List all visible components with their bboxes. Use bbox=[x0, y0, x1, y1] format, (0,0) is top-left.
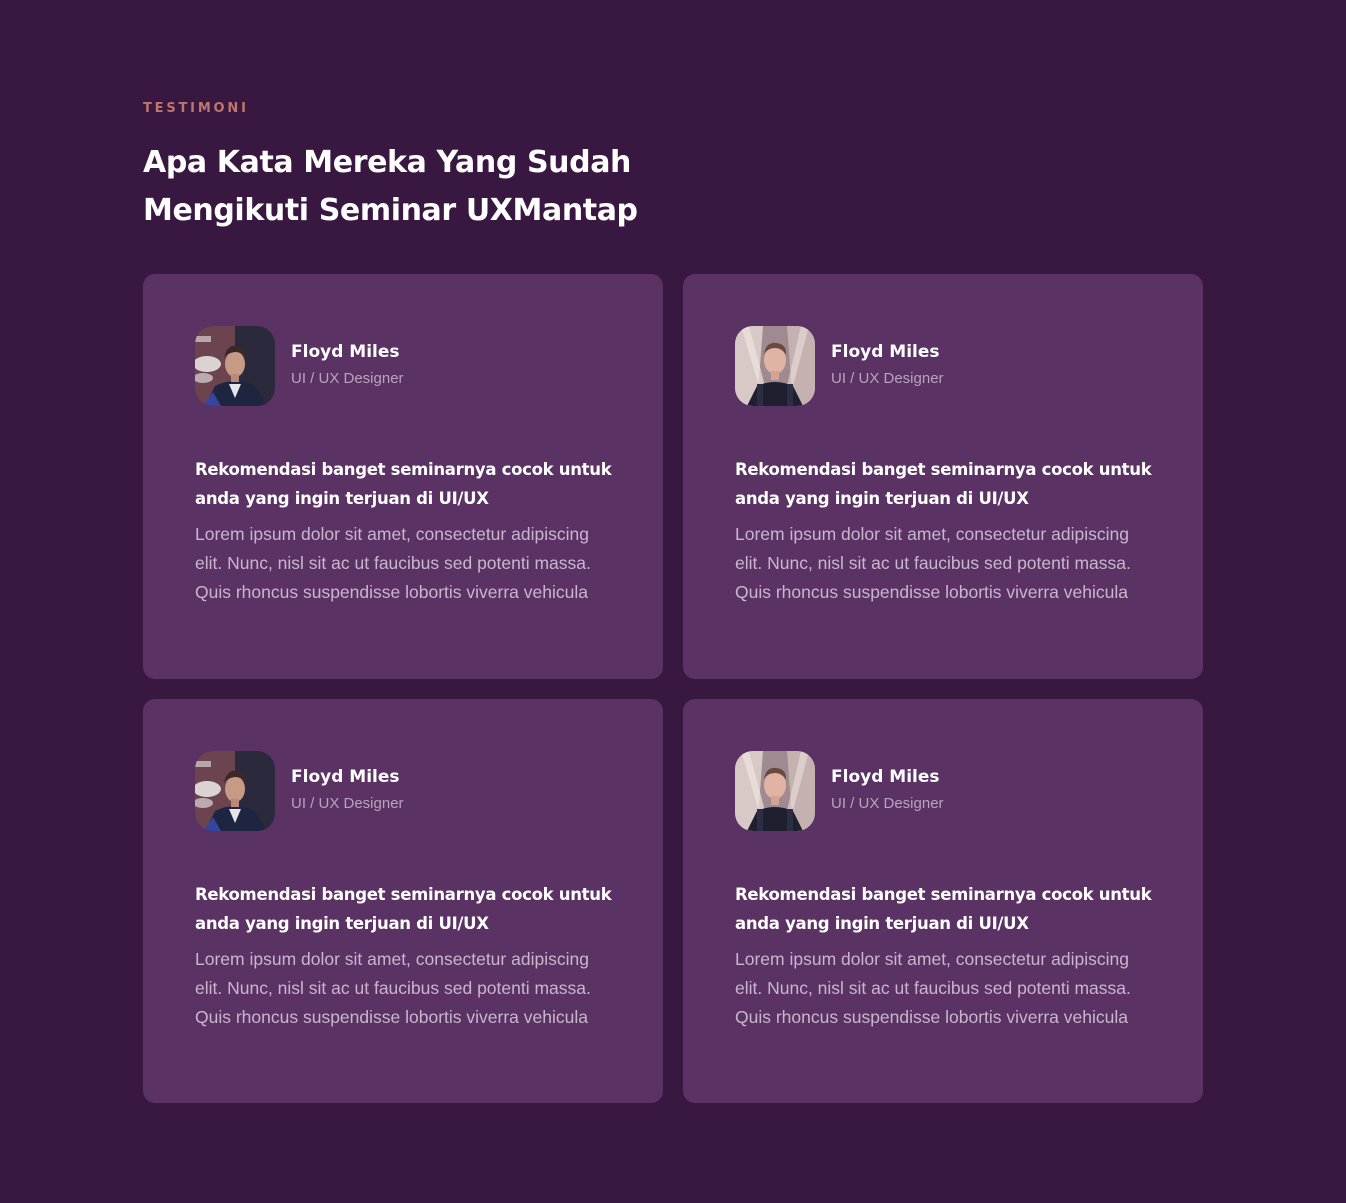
testimonial-title: Rekomendasi banget seminarnya cocok untu… bbox=[195, 460, 612, 508]
reviewer-name: Floyd Miles bbox=[291, 767, 400, 787]
reviewer-profile: Floyd Miles UI / UX Designer bbox=[735, 326, 1151, 406]
avatar bbox=[195, 751, 275, 831]
testimonial-title: Rekomendasi banget seminarnya cocok untu… bbox=[735, 460, 1152, 508]
testimonial-body: Lorem ipsum dolor sit amet, consectetur … bbox=[195, 949, 591, 1027]
testimonial-title: Rekomendasi banget seminarnya cocok untu… bbox=[735, 885, 1152, 933]
man-in-suit-avatar-icon bbox=[195, 326, 275, 406]
reviewer-role: UI / UX Designer bbox=[291, 795, 404, 812]
reviewer-name: Floyd Miles bbox=[831, 767, 940, 787]
testimonial-body: Lorem ipsum dolor sit amet, consectetur … bbox=[735, 524, 1131, 602]
avatar bbox=[735, 326, 815, 406]
testimonial-body: Lorem ipsum dolor sit amet, consectetur … bbox=[195, 524, 591, 602]
man-with-backpack-avatar-icon bbox=[735, 326, 815, 406]
reviewer-info: Floyd Miles UI / UX Designer bbox=[831, 341, 944, 391]
section-eyebrow: TESTIMONI bbox=[143, 101, 249, 116]
avatar bbox=[735, 751, 815, 831]
testimonial-title: Rekomendasi banget seminarnya cocok untu… bbox=[195, 885, 612, 933]
reviewer-role: UI / UX Designer bbox=[291, 370, 404, 387]
testimonial-body: Lorem ipsum dolor sit amet, consectetur … bbox=[735, 949, 1131, 1027]
reviewer-name: Floyd Miles bbox=[291, 342, 400, 362]
reviewer-info: Floyd Miles UI / UX Designer bbox=[291, 341, 404, 391]
reviewer-profile: Floyd Miles UI / UX Designer bbox=[195, 751, 611, 831]
reviewer-name: Floyd Miles bbox=[831, 342, 940, 362]
reviewer-info: Floyd Miles UI / UX Designer bbox=[831, 766, 944, 816]
section-heading: Apa Kata Mereka Yang Sudah Mengikuti Sem… bbox=[143, 145, 638, 228]
reviewer-role: UI / UX Designer bbox=[831, 370, 944, 387]
reviewer-profile: Floyd Miles UI / UX Designer bbox=[195, 326, 611, 406]
testimonial-card: Floyd Miles UI / UX Designer Rekomendasi… bbox=[143, 699, 663, 1103]
reviewer-profile: Floyd Miles UI / UX Designer bbox=[735, 751, 1151, 831]
man-with-backpack-avatar-icon bbox=[735, 751, 815, 831]
testimonial-card: Floyd Miles UI / UX Designer Rekomendasi… bbox=[683, 274, 1203, 679]
avatar bbox=[195, 326, 275, 406]
testimonial-grid: Floyd Miles UI / UX Designer Rekomendasi… bbox=[143, 274, 1203, 1103]
man-in-suit-avatar-icon bbox=[195, 751, 275, 831]
reviewer-role: UI / UX Designer bbox=[831, 795, 944, 812]
reviewer-info: Floyd Miles UI / UX Designer bbox=[291, 766, 404, 816]
testimonial-card: Floyd Miles UI / UX Designer Rekomendasi… bbox=[683, 699, 1203, 1103]
testimonial-card: Floyd Miles UI / UX Designer Rekomendasi… bbox=[143, 274, 663, 679]
